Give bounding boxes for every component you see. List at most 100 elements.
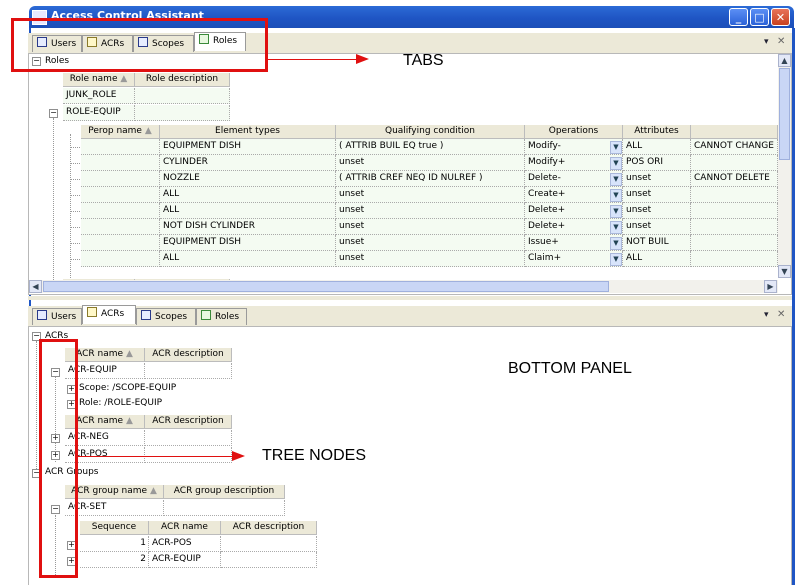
perop-name-cell[interactable] — [81, 187, 160, 203]
qualifying-condition-cell[interactable]: unset — [336, 219, 525, 235]
qualifying-condition-cell[interactable]: unset — [336, 187, 525, 203]
acr-group-name-header[interactable]: ACR group name ▲ — [65, 485, 164, 499]
scroll-up-arrow-icon[interactable]: ▲ — [778, 54, 791, 67]
sequence-cell[interactable]: 2 — [80, 552, 149, 568]
qualifying-condition-cell[interactable]: ( ATTRIB BUIL EQ true ) — [336, 139, 525, 155]
operation-cell[interactable]: Claim+ — [525, 251, 623, 267]
role-row-description[interactable] — [135, 88, 230, 104]
role-description-header[interactable]: Role description — [135, 73, 230, 87]
seq-acr-description-cell[interactable] — [221, 552, 317, 568]
sequence-header[interactable]: Sequence — [80, 521, 149, 535]
role-row-name[interactable]: ROLE-EQUIP — [63, 105, 135, 121]
attributes-cell[interactable]: POS ORI — [623, 155, 691, 171]
dropdown-arrow-icon[interactable]: ▼ — [610, 173, 622, 186]
element-type-cell[interactable]: EQUIPMENT DISH — [160, 139, 336, 155]
bottom-tab-acrs[interactable]: ACRs — [82, 305, 136, 324]
dropdown-arrow-icon[interactable]: ▼ — [610, 157, 622, 170]
message-cell[interactable] — [691, 219, 778, 235]
horizontal-scrollbar[interactable]: ◀ ▶ — [29, 280, 778, 293]
seq-acr-name-header[interactable]: ACR name — [149, 521, 221, 535]
perop-name-header[interactable]: Perop name ▲ — [81, 125, 160, 139]
panel-close-icon[interactable]: ✕ — [777, 36, 785, 47]
dropdown-arrow-icon[interactable]: ▼ — [610, 141, 622, 154]
element-type-cell[interactable]: NOZZLE — [160, 171, 336, 187]
collapse-icon[interactable]: − — [49, 109, 58, 118]
maximize-button[interactable]: □ — [750, 8, 769, 26]
bottom-tab-roles[interactable]: Roles — [196, 308, 247, 325]
qualifying-condition-cell[interactable]: ( ATTRIB CREF NEQ ID NULREF ) — [336, 171, 525, 187]
qualifying-condition-cell[interactable]: unset — [336, 235, 525, 251]
operation-cell[interactable]: Modify+ — [525, 155, 623, 171]
attributes-header[interactable]: Attributes — [623, 125, 691, 139]
message-cell[interactable]: CANNOT DELETE — [691, 171, 778, 187]
seq-acr-name-cell[interactable]: ACR-EQUIP — [149, 552, 221, 568]
panel-menu-icon[interactable]: ▾ — [764, 37, 769, 47]
operation-cell[interactable]: Create+ — [525, 187, 623, 203]
message-cell[interactable] — [691, 155, 778, 171]
message-cell[interactable] — [691, 235, 778, 251]
horizontal-scroll-thumb[interactable] — [43, 281, 609, 292]
perop-name-cell[interactable] — [81, 171, 160, 187]
vertical-scroll-thumb[interactable] — [779, 68, 790, 160]
dropdown-arrow-icon[interactable]: ▼ — [610, 205, 622, 218]
element-type-cell[interactable]: EQUIPMENT DISH — [160, 235, 336, 251]
perop-name-cell[interactable] — [81, 219, 160, 235]
acr-row-description[interactable] — [145, 447, 232, 463]
attributes-cell[interactable]: unset — [623, 187, 691, 203]
acr-group-description-header[interactable]: ACR group description — [164, 485, 285, 499]
qualifying-condition-cell[interactable]: unset — [336, 203, 525, 219]
dropdown-arrow-icon[interactable]: ▼ — [610, 253, 622, 266]
acr-description-header[interactable]: ACR description — [145, 348, 232, 362]
operation-cell[interactable]: Delete+ — [525, 219, 623, 235]
element-type-cell[interactable]: ALL — [160, 203, 336, 219]
message-cell[interactable] — [691, 187, 778, 203]
attributes-cell[interactable]: unset — [623, 203, 691, 219]
operation-cell[interactable]: Issue+ — [525, 235, 623, 251]
seq-acr-description-cell[interactable] — [221, 536, 317, 552]
message-header[interactable] — [691, 125, 778, 139]
operation-cell[interactable]: Modify- — [525, 139, 623, 155]
operations-header[interactable]: Operations — [525, 125, 623, 139]
message-cell[interactable]: CANNOT CHANGE — [691, 139, 778, 155]
seq-acr-description-header[interactable]: ACR description — [221, 521, 317, 535]
scroll-left-arrow-icon[interactable]: ◀ — [29, 280, 42, 293]
attributes-cell[interactable]: unset — [623, 171, 691, 187]
bottom-tab-users[interactable]: Users — [32, 308, 82, 325]
close-button[interactable]: ✕ — [771, 8, 790, 26]
role-row-name[interactable]: JUNK_ROLE — [63, 88, 135, 104]
perop-name-cell[interactable] — [81, 203, 160, 219]
scope-node[interactable]: Scope: /SCOPE-EQUIP — [79, 383, 176, 393]
acr-row-description[interactable] — [145, 363, 232, 379]
attributes-cell[interactable]: NOT BUIL — [623, 235, 691, 251]
perop-name-cell[interactable] — [81, 235, 160, 251]
attributes-cell[interactable]: ALL — [623, 139, 691, 155]
perop-name-cell[interactable] — [81, 139, 160, 155]
element-type-cell[interactable]: ALL — [160, 251, 336, 267]
message-cell[interactable] — [691, 203, 778, 219]
seq-acr-name-cell[interactable]: ACR-POS — [149, 536, 221, 552]
perop-name-cell[interactable] — [81, 155, 160, 171]
acr-description-header[interactable]: ACR description — [145, 415, 232, 429]
bottom-tab-scopes[interactable]: Scopes — [136, 308, 196, 325]
scroll-right-arrow-icon[interactable]: ▶ — [764, 280, 777, 293]
operation-cell[interactable]: Delete- — [525, 171, 623, 187]
dropdown-arrow-icon[interactable]: ▼ — [610, 237, 622, 250]
element-type-cell[interactable]: CYLINDER — [160, 155, 336, 171]
acr-group-row-name[interactable]: ACR-SET — [65, 500, 164, 516]
dropdown-arrow-icon[interactable]: ▼ — [610, 221, 622, 234]
attributes-cell[interactable]: ALL — [623, 251, 691, 267]
panel-menu-icon[interactable]: ▾ — [764, 310, 769, 320]
qualifying-condition-cell[interactable]: unset — [336, 155, 525, 171]
message-cell[interactable] — [691, 251, 778, 267]
panel-close-icon[interactable]: ✕ — [777, 309, 785, 320]
acr-group-row-description[interactable] — [164, 500, 285, 516]
operation-cell[interactable]: Delete+ — [525, 203, 623, 219]
qualifying-condition-cell[interactable]: unset — [336, 251, 525, 267]
sequence-cell[interactable]: 1 — [80, 536, 149, 552]
element-type-cell[interactable]: ALL — [160, 187, 336, 203]
scroll-down-arrow-icon[interactable]: ▼ — [778, 265, 791, 278]
acr-row-description[interactable] — [145, 430, 232, 446]
minimize-button[interactable]: _ — [729, 8, 748, 26]
role-name-header[interactable]: Role name ▲ — [63, 73, 135, 87]
element-type-cell[interactable]: NOT DISH CYLINDER — [160, 219, 336, 235]
